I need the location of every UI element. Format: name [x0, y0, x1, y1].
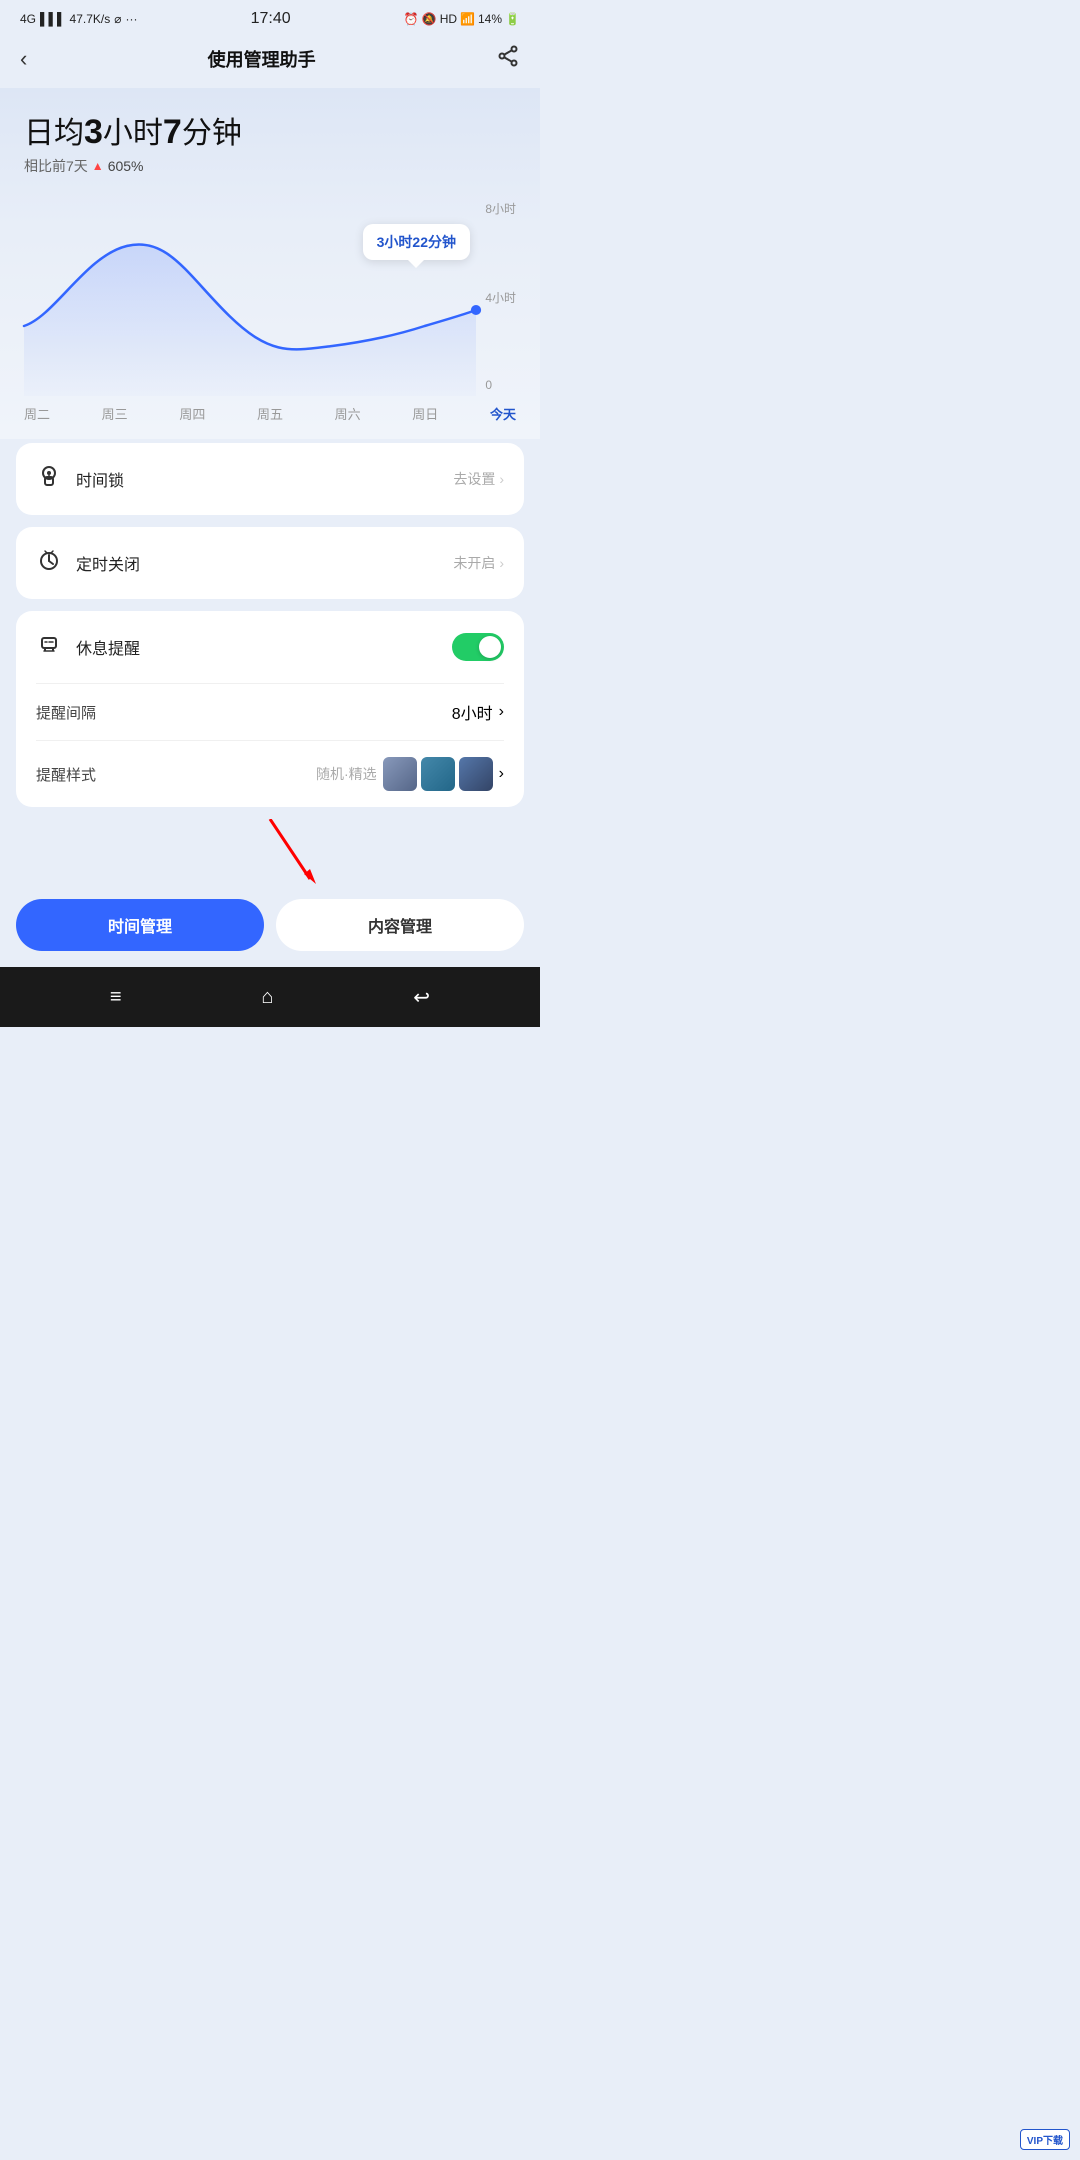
reminder-style-chevron-icon: ›: [499, 765, 504, 783]
reminder-style-right: 随机·精选 ›: [316, 757, 504, 791]
stats-hours-label: 小时: [103, 117, 163, 150]
battery-icon: 🔋: [505, 12, 520, 26]
reminder-interval-value: 8小时: [452, 700, 493, 724]
nav-back-icon[interactable]: ↩: [413, 985, 430, 1010]
rest-reminder-icon: [36, 631, 62, 663]
stats-minutes: 7: [163, 113, 182, 151]
dots-label: ···: [125, 12, 137, 26]
scheduled-off-card: 定时关闭 未开启 ›: [16, 527, 524, 599]
alarm-icon: ⏰: [404, 12, 419, 26]
usb-icon: ⌀: [114, 12, 121, 26]
line-chart-svg: [24, 196, 476, 396]
page-title: 使用管理助手: [208, 46, 316, 72]
vip-watermark: VIP下载: [1020, 2129, 1070, 2150]
reminder-interval-chevron-icon: ›: [499, 703, 504, 721]
usage-chart: 8小时 4小时 0 3小时22分钟: [24, 196, 516, 396]
header: ‹ 使用管理助手: [0, 34, 540, 88]
time-lock-right: 去设置 ›: [453, 469, 504, 489]
reminder-style-row[interactable]: 提醒样式 随机·精选 ›: [16, 741, 524, 807]
back-button[interactable]: ‹: [20, 46, 27, 72]
bottom-tabs: 时间管理 内容管理: [0, 899, 540, 967]
rest-reminder-label: 休息提醒: [76, 635, 140, 659]
rest-reminder-row[interactable]: 休息提醒: [16, 611, 524, 683]
scheduled-off-label: 定时关闭: [76, 551, 140, 575]
chart-y-labels: 8小时 4小时 0: [485, 196, 516, 396]
speed-label: 47.7K/s: [70, 12, 111, 26]
stats-hours: 3: [84, 113, 103, 151]
time-lock-chevron-icon: ›: [499, 471, 504, 487]
style-preview-thumbnails: [383, 757, 493, 791]
cards-section: 时间锁 去设置 › 定时关闭: [0, 443, 540, 807]
time-management-tab[interactable]: 时间管理: [16, 899, 264, 951]
toggle-knob: [479, 636, 501, 658]
day-fri: 周五: [257, 404, 283, 423]
nav-bar: ≡ ⌂ ↩: [0, 967, 540, 1027]
style-thumb-2: [421, 757, 455, 791]
status-left: 4G ▌▌▌ 47.7K/s ⌀ ···: [20, 12, 137, 26]
day-thu: 周四: [179, 404, 205, 423]
scheduled-off-row[interactable]: 定时关闭 未开启 ›: [16, 527, 524, 599]
trend-percent: 605%: [108, 158, 144, 174]
stats-prefix: 日均: [24, 117, 84, 150]
day-tue: 周二: [24, 404, 50, 423]
wifi-icon: 📶: [460, 12, 475, 26]
battery-label: 14%: [478, 12, 502, 26]
reminder-interval-row[interactable]: 提醒间隔 8小时 ›: [16, 684, 524, 740]
time-lock-icon: [36, 463, 62, 495]
reminder-interval-right: 8小时 ›: [452, 700, 504, 724]
reminder-interval-label: 提醒间隔: [36, 702, 96, 723]
status-time: 17:40: [251, 10, 291, 28]
scheduled-off-right: 未开启 ›: [453, 553, 504, 573]
main-content: 日均3小时7分钟 相比前7天 ▲ 605% 8小时 4小时 0 3小时22分钟: [0, 88, 540, 439]
reminder-style-label: 提醒样式: [36, 764, 96, 785]
share-button[interactable]: [496, 44, 520, 74]
time-lock-left: 时间锁: [36, 463, 124, 495]
trend-arrow-icon: ▲: [92, 159, 104, 173]
content-management-tab[interactable]: 内容管理: [276, 899, 524, 951]
time-lock-action: 去设置: [453, 469, 495, 489]
red-arrow-annotation: [16, 819, 524, 899]
nav-menu-icon[interactable]: ≡: [110, 986, 122, 1009]
rest-reminder-toggle[interactable]: [452, 633, 504, 661]
scheduled-off-left: 定时关闭: [36, 547, 140, 579]
reminder-style-value: 随机·精选: [316, 764, 377, 784]
nav-home-icon[interactable]: ⌂: [261, 986, 273, 1009]
y-label-4h: 4小时: [485, 289, 516, 306]
chart-x-labels: 周二 周三 周四 周五 周六 周日 今天: [24, 396, 516, 439]
scheduled-off-icon: [36, 547, 62, 579]
mute-icon: 🔕: [422, 12, 437, 26]
rest-reminder-card: 休息提醒 提醒间隔 8小时 › 提醒样式 随机·精选: [16, 611, 524, 807]
stats-minutes-label: 分钟: [182, 117, 242, 150]
time-lock-row[interactable]: 时间锁 去设置 ›: [16, 443, 524, 515]
rest-reminder-left: 休息提醒: [36, 631, 140, 663]
hd-label: HD: [440, 12, 457, 26]
style-thumb-3: [459, 757, 493, 791]
signal-bars: ▌▌▌: [40, 12, 66, 26]
status-right: ⏰ 🔕 HD 📶 14% 🔋: [404, 12, 520, 26]
daily-average-title: 日均3小时7分钟: [24, 108, 516, 152]
time-lock-card: 时间锁 去设置 ›: [16, 443, 524, 515]
scheduled-off-status: 未开启: [453, 553, 495, 573]
time-lock-label: 时间锁: [76, 467, 124, 491]
day-today: 今天: [490, 404, 516, 423]
status-bar: 4G ▌▌▌ 47.7K/s ⌀ ··· 17:40 ⏰ 🔕 HD 📶 14% …: [0, 0, 540, 34]
y-label-0: 0: [485, 378, 516, 392]
style-thumb-1: [383, 757, 417, 791]
annotation-area: [16, 819, 524, 899]
day-wed: 周三: [102, 404, 128, 423]
rest-reminder-toggle-wrap: [452, 633, 504, 661]
day-sun: 周日: [412, 404, 438, 423]
comparison-text: 相比前7天: [24, 156, 88, 176]
day-sat: 周六: [335, 404, 361, 423]
chart-svg-wrapper: [24, 196, 476, 396]
y-label-8h: 8小时: [485, 200, 516, 217]
network-label: 4G: [20, 12, 36, 26]
scheduled-off-chevron-icon: ›: [499, 555, 504, 571]
stats-comparison: 相比前7天 ▲ 605%: [24, 156, 516, 176]
